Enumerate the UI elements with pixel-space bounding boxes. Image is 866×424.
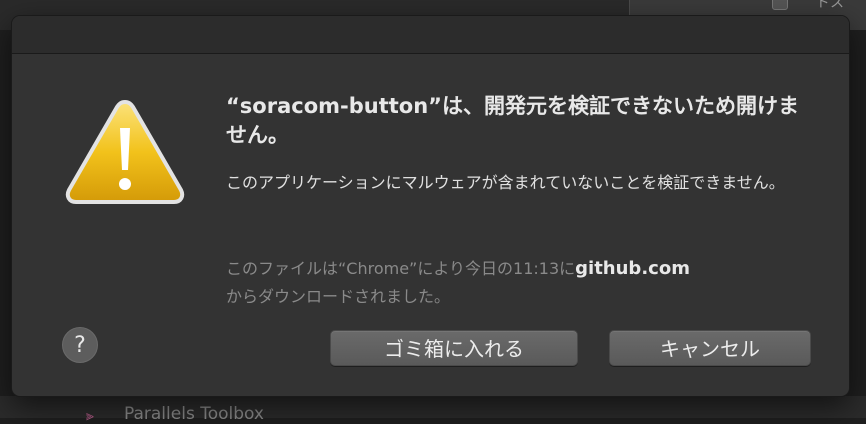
source-site: github.com (575, 258, 690, 279)
source-suffix: からダウンロードされました。 (226, 287, 451, 306)
background-window-bottom: ⫸ Parallels Toolbox (0, 396, 866, 424)
warning-icon (64, 98, 186, 206)
background-window-label: ドス (816, 0, 844, 11)
background-checkbox (772, 0, 788, 10)
background-app-name: Parallels Toolbox (124, 404, 264, 424)
dialog-titlebar (12, 16, 849, 54)
parallels-icon: ⫸ (86, 408, 94, 424)
move-to-trash-button[interactable]: ゴミ箱に入れる (330, 330, 578, 366)
alert-message: このアプリケーションにマルウェアが含まれていないことを検証できません。 (226, 173, 785, 192)
download-source-text: このファイルは“Chrome”により今日の11:13にgithub.com からダ… (226, 255, 826, 311)
cancel-button[interactable]: キャンセル (609, 330, 811, 366)
alert-heading: “soracom-button”は、開発元を検証できないため開けません。 (226, 94, 799, 147)
gatekeeper-alert-dialog: “soracom-button”は、開発元を検証できないため開けません。 このア… (12, 16, 849, 396)
help-button[interactable]: ? (62, 327, 98, 363)
source-prefix: このファイルは“Chrome”により今日の11:13に (226, 259, 576, 278)
